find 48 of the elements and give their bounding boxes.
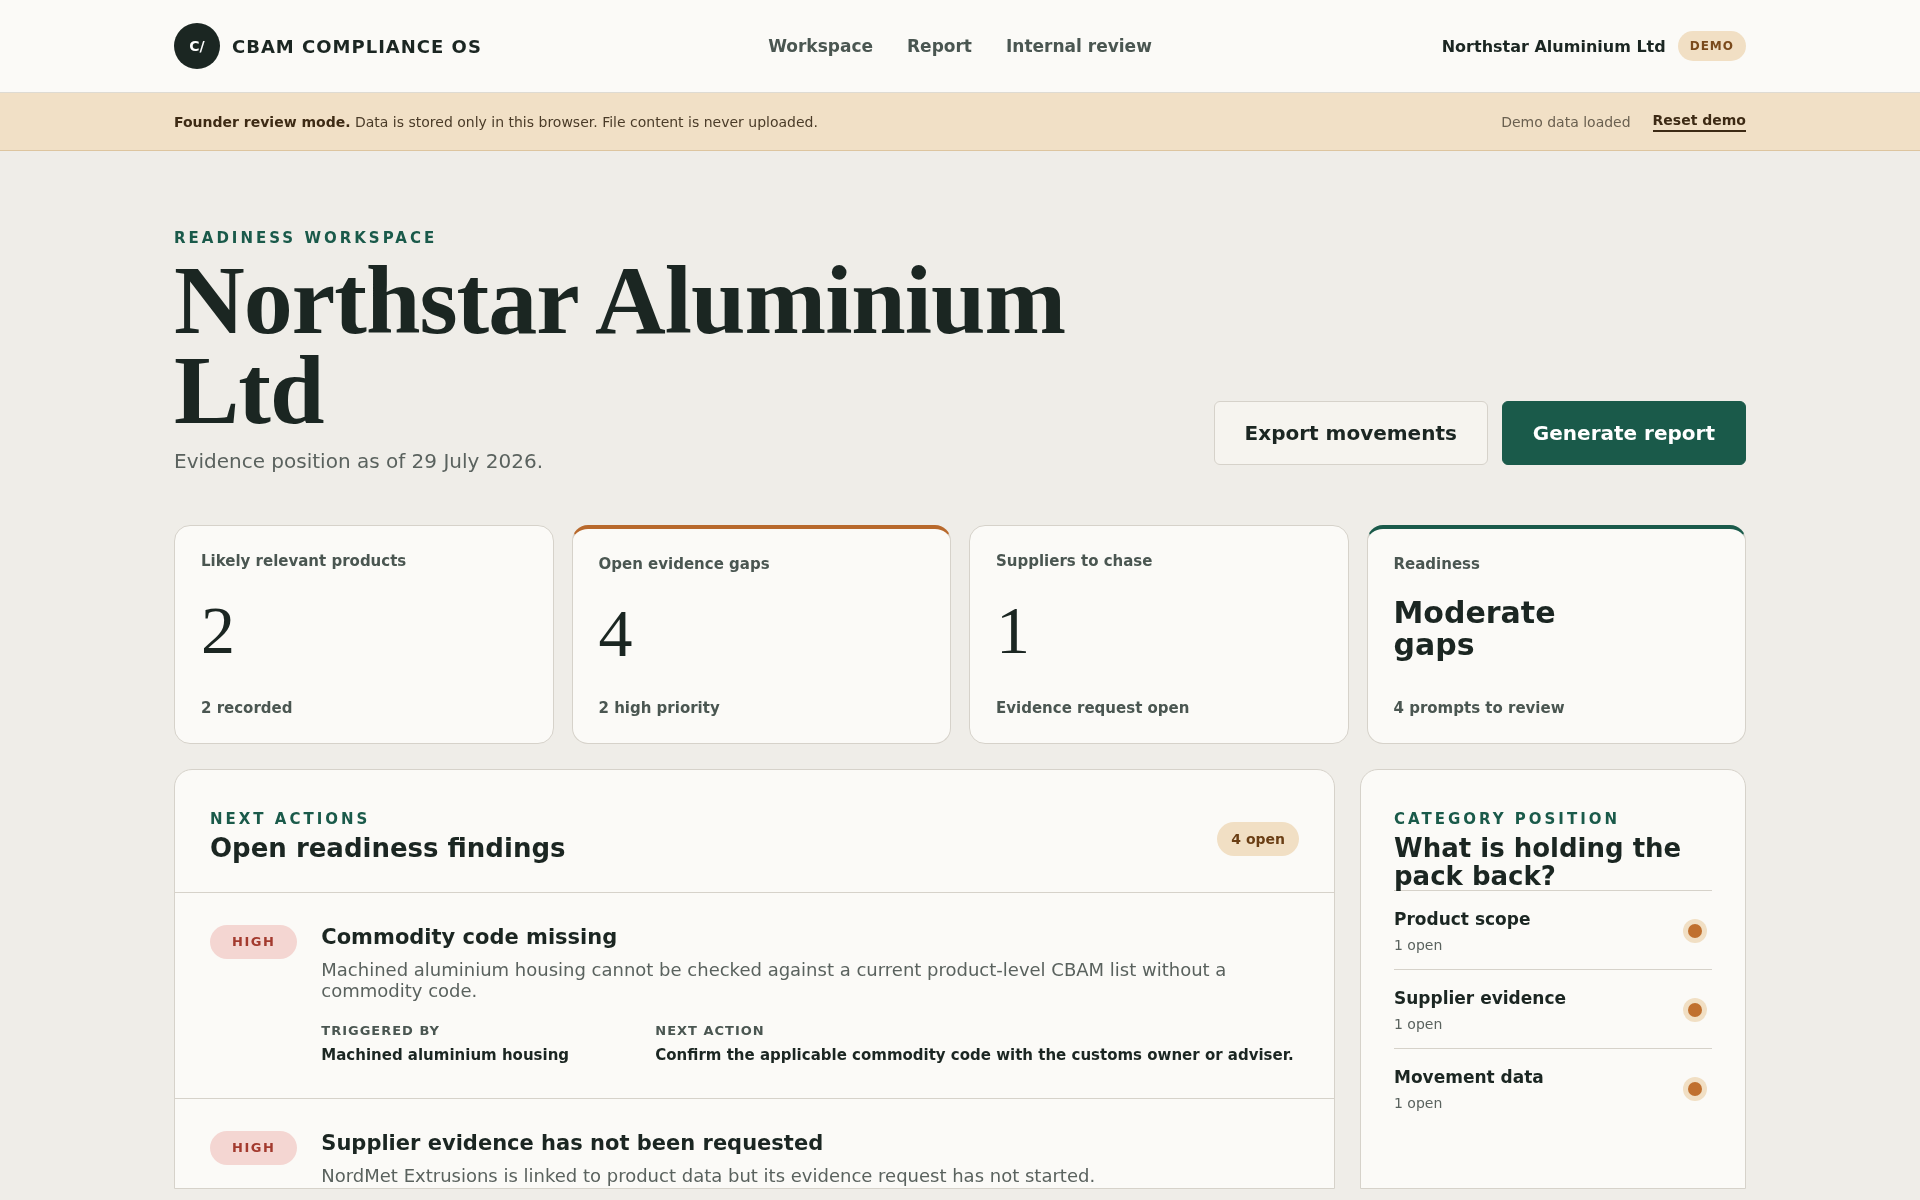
- finding-description: NordMet Extrusions is linked to product data but its evidence request has not started.: [321, 1165, 1096, 1186]
- category-name: Movement data: [1394, 1067, 1545, 1087]
- stat-note: 2 recorded: [201, 699, 294, 717]
- stat-note: 2 high priority: [598, 699, 721, 717]
- notice-text: Founder review mode. Data is stored only in this browser. File content is never uploaded.: [174, 113, 819, 130]
- stat-label: Readiness: [1393, 555, 1481, 573]
- section-eyebrow: CATEGORY POSITION: [1394, 810, 1622, 828]
- meta-label: NEXT ACTION: [655, 1023, 766, 1038]
- stat-label: Suppliers to chase: [996, 552, 1154, 570]
- count-badge: 4 open: [1217, 822, 1299, 856]
- panel-title: Open readiness findings: [210, 834, 566, 862]
- brand-logo: C/: [174, 23, 220, 69]
- stat-value: 4: [598, 599, 634, 673]
- category-count: 1 open: [1394, 1016, 1444, 1032]
- section-eyebrow: NEXT ACTIONS: [210, 810, 372, 828]
- category-count: 1 open: [1394, 937, 1444, 953]
- category-count: 1 open: [1394, 1095, 1444, 1111]
- page-subtitle: Evidence position as of 29 July 2026.: [174, 449, 544, 473]
- nav-link[interactable]: Report: [907, 36, 972, 56]
- severity-badge: HIGH: [210, 925, 298, 959]
- meta-value: Confirm the applicable commodity code with the customs owner or adviser.: [655, 1046, 1295, 1064]
- generate-report-button[interactable]: Generate report: [1501, 401, 1746, 465]
- company-name: Northstar Aluminium Ltd: [1441, 36, 1666, 56]
- export-button[interactable]: Export movements: [1213, 401, 1488, 465]
- brand-name: CBAM COMPLIANCE OS: [232, 35, 482, 57]
- stat-note: Evidence request open: [996, 699, 1191, 717]
- stat-value: Moderate gaps: [1393, 597, 1557, 664]
- stat-label: Open evidence gaps: [598, 555, 771, 573]
- section-eyebrow: READINESS WORKSPACE: [174, 229, 439, 247]
- stat-note: 4 prompts to review: [1393, 699, 1566, 717]
- severity-badge: HIGH: [210, 1131, 298, 1165]
- stat-label: Likely relevant products: [201, 552, 408, 570]
- panel-title: What is holding the pack back?: [1394, 834, 1683, 890]
- category-name: Product scope: [1394, 909, 1532, 929]
- finding-title: Commodity code missing: [321, 925, 619, 949]
- stat-value: 1: [996, 596, 1031, 670]
- stat-value: 2: [201, 596, 236, 670]
- finding-title: Supplier evidence has not been requested: [321, 1131, 825, 1155]
- category-name: Supplier evidence: [1394, 988, 1568, 1008]
- meta-label: TRIGGERED BY: [321, 1023, 442, 1038]
- page-title: Northstar Aluminium Ltd: [174, 255, 1067, 435]
- nav-link[interactable]: Internal review: [1006, 36, 1152, 56]
- reset-demo-link[interactable]: Reset demo: [1652, 111, 1746, 132]
- demo-badge: DEMO: [1677, 31, 1746, 61]
- status-text: Demo data loaded: [1501, 113, 1631, 130]
- finding-description: Machined aluminium housing cannot be checked against a current product-level CBAM list without a commodity code.: [321, 959, 1228, 1001]
- nav-link[interactable]: Workspace: [768, 36, 873, 56]
- meta-value: Machined aluminium housing: [321, 1046, 571, 1064]
